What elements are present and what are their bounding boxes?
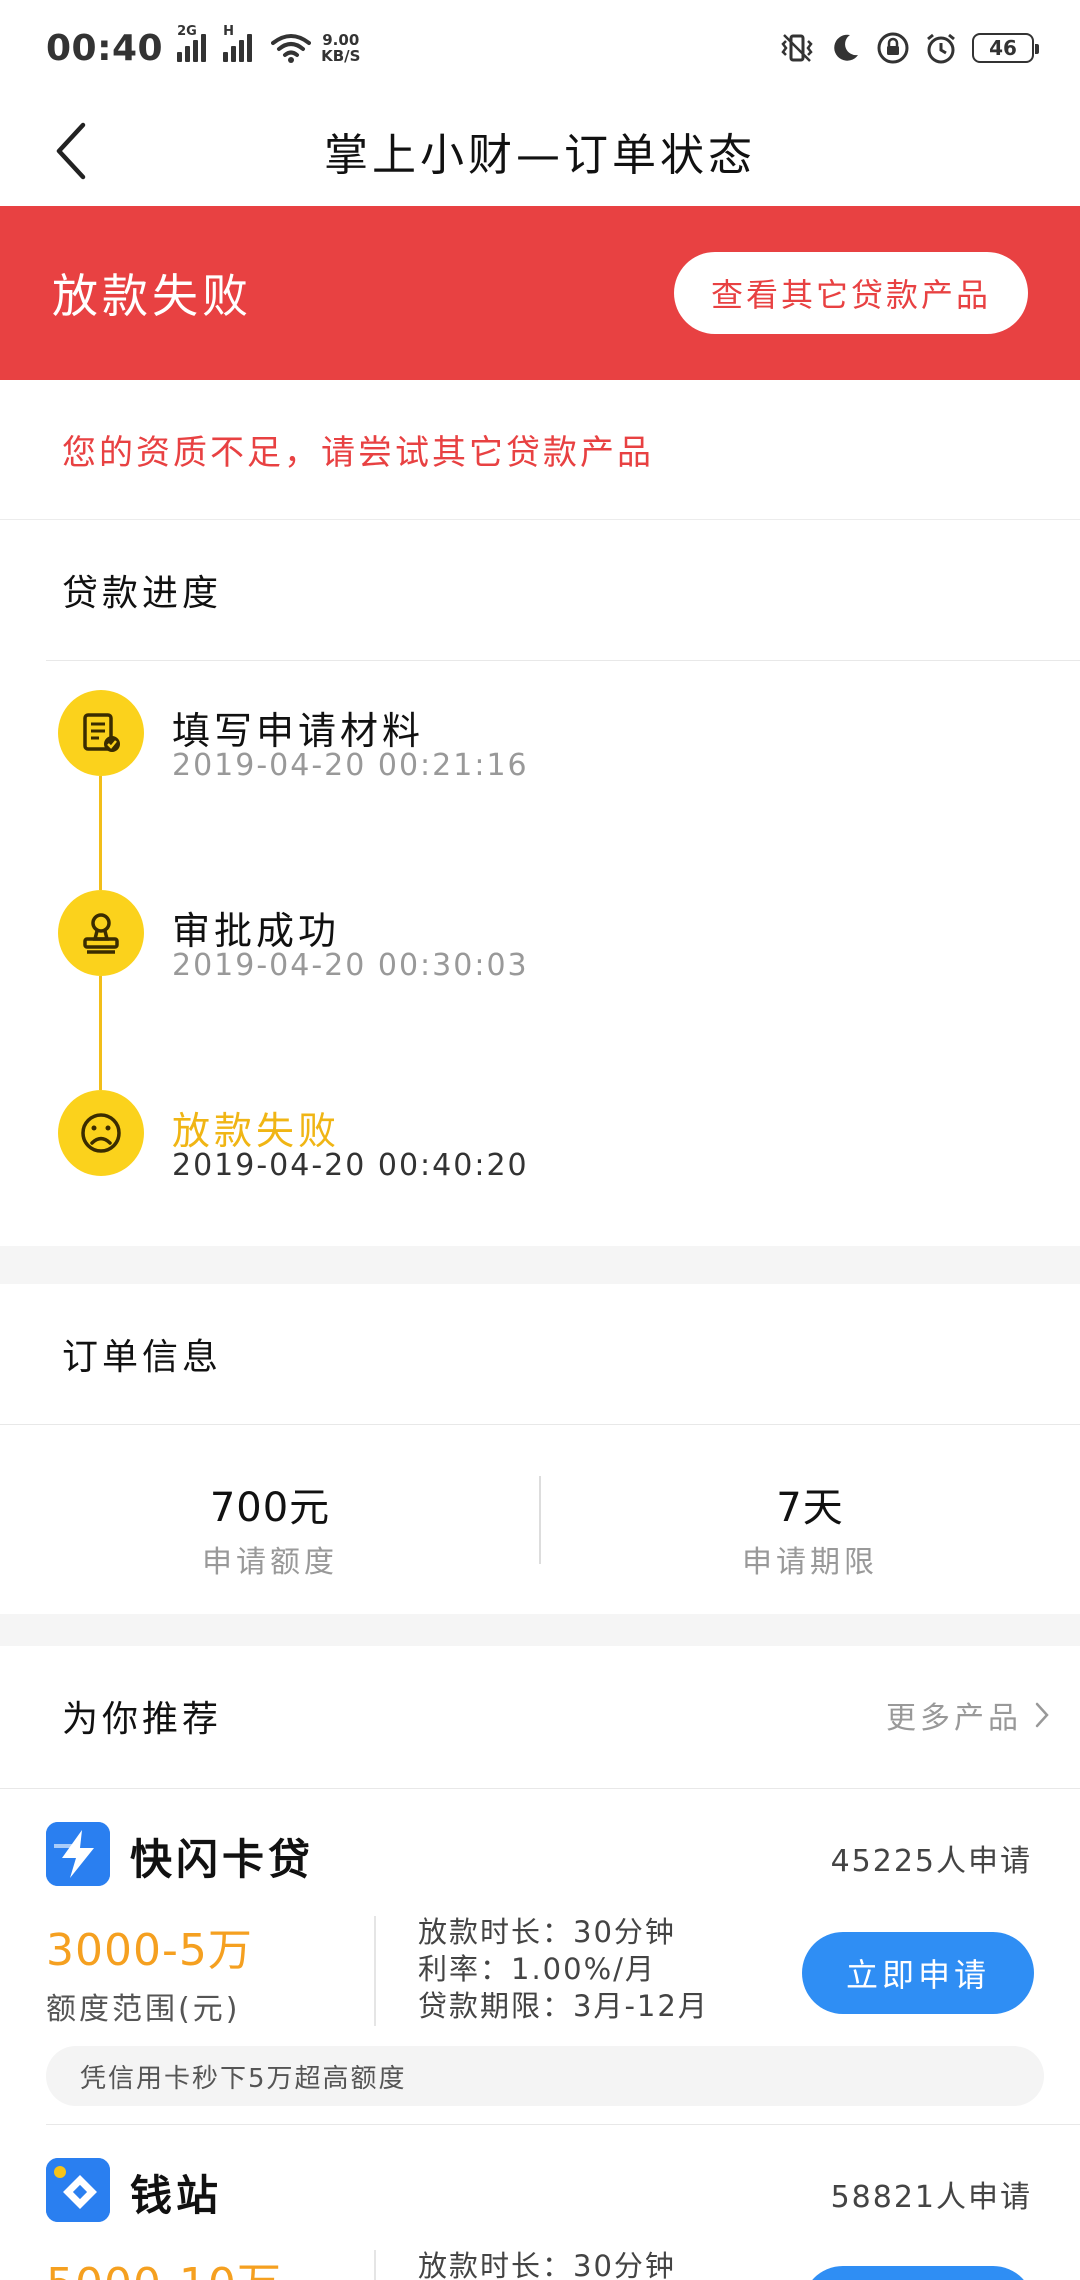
chevron-left-icon	[56, 122, 86, 180]
step-title: 审批成功	[172, 909, 341, 953]
product-name[interactable]: 快闪卡贷	[130, 1826, 314, 1887]
alarm-icon	[927, 33, 955, 64]
apply-now-button[interactable]	[802, 2266, 1034, 2280]
term-label: 申请期限	[742, 1545, 878, 1580]
lock-rotation-icon	[877, 32, 909, 64]
step-time: 2019-04-20 00:30:03	[172, 948, 529, 983]
status-bar: 00:40 2G H 9.00 KB/S 46	[0, 0, 1080, 96]
amount-range: 5000-10万	[46, 2248, 282, 2280]
loan-time: 放款时长：30分钟	[418, 2249, 676, 2280]
step-title: 填写申请材料	[172, 709, 425, 753]
diamond-logo-icon	[46, 2158, 110, 2222]
view-other-products-button[interactable]: 查看其它贷款产品	[674, 252, 1028, 334]
loan-term: 贷款期限：3月-12月	[418, 1989, 709, 2023]
status-time: 00:40	[46, 27, 164, 69]
divider	[0, 1788, 1080, 1789]
failure-reason: 您的资质不足，请尝试其它贷款产品	[0, 380, 1080, 520]
step-time: 2019-04-20 00:40:20	[172, 1148, 529, 1183]
battery-indicator: 46	[972, 33, 1039, 63]
network-speed: 9.00 KB/S	[321, 31, 361, 65]
product-separator	[374, 1916, 376, 2026]
applicant-count: 58821人申请	[830, 2180, 1032, 2215]
vibrate-icon	[781, 34, 813, 62]
status-banner: 放款失败 查看其它贷款产品	[0, 206, 1080, 380]
timeline-connector	[99, 976, 102, 1090]
section-gap	[0, 1614, 1080, 1646]
interest-rate: 利率：1.00%/月	[418, 1952, 656, 1986]
apply-now-button[interactable]: 立即申请	[802, 1932, 1034, 2014]
amount-info: 700元 申请额度	[0, 1475, 540, 1581]
product-tag: 凭信用卡秒下5万超高额度	[46, 2046, 1044, 2106]
chevron-right-icon	[1035, 1702, 1049, 1728]
amount-value: 700元	[209, 1485, 331, 1531]
form-check-icon	[58, 690, 144, 776]
sim2-signal-icon: H	[223, 24, 255, 62]
amount-range: 3000-5万	[46, 1925, 253, 1976]
sad-face-icon	[58, 1090, 144, 1176]
more-products-label: 更多产品	[886, 1701, 1022, 1736]
term-info: 7天 申请期限	[540, 1475, 1080, 1581]
term-value: 7天	[776, 1485, 844, 1531]
moon-icon	[834, 34, 858, 61]
applicant-count: 45225人申请	[830, 1844, 1032, 1879]
divider	[46, 2124, 1080, 2125]
product-details: 放款时长：30分钟	[418, 2248, 676, 2280]
divider	[0, 1424, 1080, 1425]
stamp-icon	[58, 890, 144, 976]
product-details: 放款时长：30分钟 利率：1.00%/月 贷款期限：3月-12月	[418, 1914, 709, 2025]
back-button[interactable]	[40, 118, 100, 184]
divider	[46, 660, 1080, 661]
timeline-connector	[99, 776, 102, 890]
order-heading: 订单信息	[62, 1337, 223, 1378]
product-name[interactable]: 钱站	[130, 2162, 222, 2223]
amount-range-label: 额度范围(元)	[46, 1992, 241, 2027]
progress-heading: 贷款进度	[62, 573, 223, 614]
product-separator	[374, 2250, 376, 2280]
loan-time: 放款时长：30分钟	[418, 1915, 676, 1949]
title-bar: 掌上小财—订单状态	[0, 96, 1080, 206]
amount-label: 申请额度	[202, 1545, 338, 1580]
wifi-icon	[271, 34, 312, 63]
page-title: 掌上小财—订单状态	[324, 130, 756, 181]
lightning-card-icon	[46, 1822, 110, 1886]
step-title-failed: 放款失败	[172, 1109, 341, 1153]
more-products-link[interactable]: 更多产品	[886, 1690, 1050, 1740]
loan-status-text: 放款失败	[52, 269, 252, 323]
section-gap	[0, 1246, 1080, 1284]
sim1-signal-icon: 2G	[177, 24, 209, 62]
step-time: 2019-04-20 00:21:16	[172, 748, 529, 783]
